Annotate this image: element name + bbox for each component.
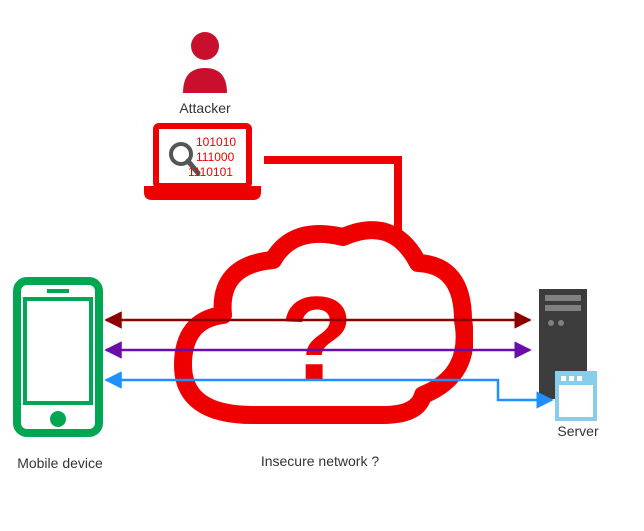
- binary-line3: 1110101: [188, 165, 233, 179]
- network-label: Insecure network ?: [245, 453, 395, 469]
- binary-line2: 111000: [196, 150, 234, 164]
- cloud-question-mark: ?: [280, 270, 353, 408]
- mobile-label: Mobile device: [10, 455, 110, 471]
- mobile-device-icon: [13, 277, 103, 440]
- attacker-person-icon: [175, 28, 235, 96]
- binary-line1: 101010: [196, 135, 236, 149]
- server-icon: [533, 287, 628, 425]
- server-label: Server: [548, 423, 608, 439]
- attacker-label: Attacker: [175, 100, 235, 116]
